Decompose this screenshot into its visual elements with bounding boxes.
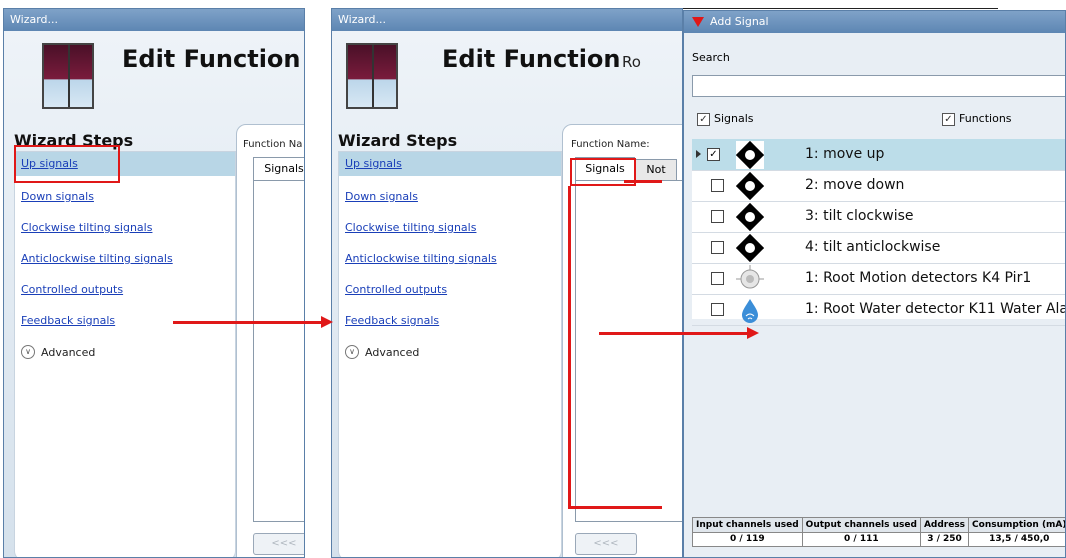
signals-filter-label: Signals [714, 112, 754, 125]
window-title: Wizard... [4, 9, 304, 31]
filter-funnel-icon [692, 17, 704, 27]
signals-filter-checkbox[interactable]: ✓ [697, 113, 710, 126]
list-item[interactable]: 4: tilt anticlockwise [692, 232, 1065, 264]
step-up-signals[interactable]: Up signals [339, 152, 561, 176]
search-input[interactable] [692, 75, 1065, 97]
row-checkbox[interactable] [711, 241, 724, 254]
search-label: Search [692, 51, 730, 64]
advanced-label: Advanced [365, 345, 420, 359]
window-title: Wizard... [332, 9, 682, 31]
tab-signals[interactable]: Signals [253, 157, 304, 180]
row-checkbox[interactable]: ✓ [707, 148, 720, 161]
row-label: 4: tilt anticlockwise [805, 239, 941, 255]
function-name-label: Function Name: [571, 139, 650, 150]
step-controlled-outputs[interactable]: Controlled outputs [21, 283, 123, 296]
step-clockwise-tilting[interactable]: Clockwise tilting signals [21, 221, 152, 234]
water-drop-icon [742, 299, 758, 323]
wizard-window-1: Wizard... Edit Function Wizard Steps Up … [3, 8, 305, 558]
status-header-input: Input channels used [692, 517, 803, 533]
step-down-signals[interactable]: Down signals [345, 190, 418, 203]
wizard-steps-list: Up signals Down signals Clockwise tiltin… [338, 151, 562, 557]
row-checkbox[interactable] [711, 272, 724, 285]
step-anticlockwise-tilting[interactable]: Anticlockwise tilting signals [21, 252, 173, 265]
row-checkbox[interactable] [711, 179, 724, 192]
bw-signal-icon [736, 141, 764, 169]
functions-filter-label: Functions [959, 112, 1012, 125]
bw-signal-icon [736, 203, 764, 231]
status-value-input: 0 / 119 [692, 531, 803, 547]
dialog-title: Add Signal [684, 11, 1065, 33]
row-checkbox[interactable] [711, 303, 724, 316]
title-suffix: Ro [622, 53, 641, 71]
status-value-consumption: 13,5 / 450,0 [968, 531, 1065, 547]
add-signal-dialog: Add Signal Search ✓ Signals ✓ Functions … [683, 10, 1066, 558]
list-item[interactable]: 1: Root Water detector K11 Water Alarm [692, 294, 1066, 326]
function-name-label: Function Na [243, 139, 303, 150]
wizard-steps-list: Up signals Down signals Clockwise tiltin… [14, 151, 236, 557]
row-label: 1: Root Water detector K11 Water Alarm [805, 301, 1066, 317]
row-label: 2: move down [805, 177, 905, 193]
step-feedback-signals[interactable]: Feedback signals [345, 314, 439, 327]
red-arrow-1 [173, 316, 333, 328]
highlight-box-up-signals [14, 145, 120, 183]
list-item[interactable]: 2: move down [692, 170, 1065, 202]
row-label: 3: tilt clockwise [805, 208, 914, 224]
wizard-window-2: Wizard... Edit Function Ro Wizard Steps … [331, 8, 683, 558]
status-header-address: Address [919, 517, 970, 533]
advanced-toggle[interactable]: ∨ Advanced [21, 345, 95, 359]
row-label: 1: Root Motion detectors K4 Pir1 [805, 270, 1032, 286]
back-button[interactable]: <<< [575, 533, 637, 555]
row-pointer-icon [696, 150, 701, 158]
advanced-toggle[interactable]: ∨ Advanced [345, 345, 419, 359]
chevron-down-icon: ∨ [345, 345, 359, 359]
bracket-vertical [568, 186, 571, 508]
advanced-label: Advanced [41, 345, 96, 359]
bw-signal-icon [736, 172, 764, 200]
row-label: 1: move up [805, 146, 885, 162]
chevron-down-icon: ∨ [21, 345, 35, 359]
list-item[interactable]: ✓ 1: move up [692, 139, 1065, 171]
step-clockwise-tilting[interactable]: Clockwise tilting signals [345, 221, 476, 234]
page-title: Edit Function [122, 45, 301, 73]
status-header-output: Output channels used [801, 517, 921, 533]
status-value-address: 3 / 250 [919, 531, 970, 547]
bracket-bottom [568, 506, 662, 509]
list-item[interactable]: 3: tilt clockwise [692, 201, 1065, 233]
window-body: Edit Function Wizard Steps Up signals Do… [4, 31, 304, 557]
step-anticlockwise-tilting[interactable]: Anticlockwise tilting signals [345, 252, 497, 265]
function-panel: Function Na Signals <<< [236, 124, 304, 557]
step-feedback-signals[interactable]: Feedback signals [21, 314, 115, 327]
page-title: Edit Function [442, 45, 621, 73]
wizard-steps-title: Wizard Steps [338, 131, 458, 150]
bw-signal-icon [736, 234, 764, 262]
signal-list: ✓ 1: move up 2: move down 3: tilt clockw… [692, 139, 1065, 326]
tab-notes[interactable]: Not [635, 159, 677, 180]
functions-filter-checkbox[interactable]: ✓ [942, 113, 955, 126]
status-header-consumption: Consumption (mA) [968, 517, 1065, 533]
bracket-top [624, 180, 662, 183]
back-button[interactable]: <<< [253, 533, 304, 555]
step-down-signals[interactable]: Down signals [21, 190, 94, 203]
signals-listbox[interactable] [575, 180, 682, 522]
divider-line [683, 8, 998, 9]
red-arrow-2 [599, 327, 759, 339]
motion-detector-icon [736, 265, 764, 289]
status-table: Input channels used Output channels used… [692, 517, 1065, 547]
step-controlled-outputs[interactable]: Controlled outputs [345, 283, 447, 296]
signals-listbox[interactable] [253, 180, 304, 522]
window-body: Edit Function Ro Wizard Steps Up signals… [332, 31, 682, 557]
function-panel: Function Name: Signals Not <<< [562, 124, 682, 557]
roller-blind-icon [346, 43, 398, 109]
row-checkbox[interactable] [711, 210, 724, 223]
list-item[interactable]: 1: Root Motion detectors K4 Pir1 [692, 263, 1065, 295]
roller-blind-icon [42, 43, 94, 109]
status-value-output: 0 / 111 [801, 531, 921, 547]
